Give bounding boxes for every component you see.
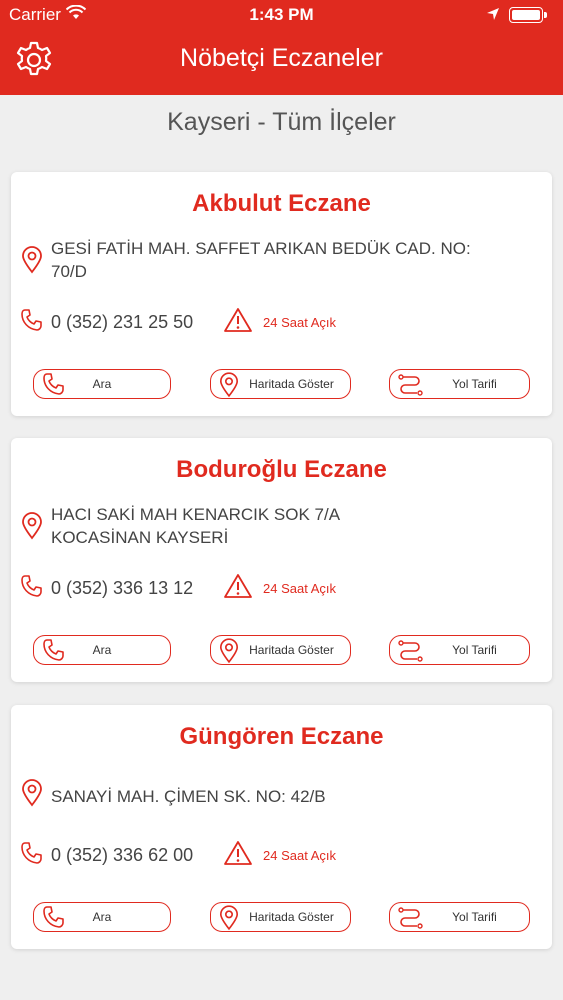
opening-hours: 24 Saat Açık [263, 315, 336, 330]
directions-label: Yol Tarifi [452, 377, 497, 391]
warning-icon [223, 307, 253, 338]
show-on-map-button[interactable]: Haritada Göster [210, 369, 351, 399]
region-selector[interactable]: Kayseri - Tüm İlçeler [0, 108, 563, 137]
nav-bar: Nöbetçi Eczaneler [0, 30, 563, 95]
map-pin-icon [21, 512, 43, 545]
pharmacy-phone[interactable]: 0 (352) 336 62 00 [51, 845, 193, 866]
location-arrow-icon [486, 6, 500, 26]
clock: 1:43 PM [249, 5, 314, 24]
phone-icon [20, 308, 44, 337]
phone-icon [20, 574, 44, 603]
directions-label: Yol Tarifi [452, 910, 497, 924]
directions-button[interactable]: Yol Tarifi [389, 902, 530, 932]
map-pin-icon [21, 246, 43, 279]
status-bar: Carrier 1:43 PM [0, 0, 563, 30]
map-pin-icon [21, 779, 43, 812]
show-on-map-button[interactable]: Haritada Göster [210, 902, 351, 932]
opening-hours: 24 Saat Açık [263, 581, 336, 596]
page-title: Nöbetçi Eczaneler [180, 44, 383, 72]
pharmacy-card: Güngören Eczane SANAYİ MAH. ÇİMEN SK. NO… [11, 705, 552, 949]
show-on-map-label: Haritada Göster [249, 910, 334, 924]
warning-icon [223, 573, 253, 604]
pharmacy-name: Güngören Eczane [179, 723, 384, 750]
directions-label: Yol Tarifi [452, 643, 497, 657]
pharmacy-address: GESİ FATİH MAH. SAFFET ARIKAN BEDÜK CAD.… [51, 239, 471, 281]
pharmacy-card: Boduroğlu Eczane HACI SAKİ MAH KENARCIK … [11, 438, 552, 682]
show-on-map-label: Haritada Göster [249, 377, 334, 391]
call-button-label: Ara [92, 377, 112, 391]
call-button-label: Ara [92, 910, 112, 924]
directions-button[interactable]: Yol Tarifi [389, 635, 530, 665]
pharmacy-phone[interactable]: 0 (352) 336 13 12 [51, 578, 193, 599]
phone-icon [20, 841, 44, 870]
call-button[interactable]: Ara [33, 902, 171, 932]
show-on-map-label: Haritada Göster [249, 643, 334, 657]
warning-icon [223, 840, 253, 871]
pharmacy-phone[interactable]: 0 (352) 231 25 50 [51, 312, 193, 333]
pharmacy-address: HACI SAKİ MAH KENARCIK SOK 7/A KOCASİNAN… [51, 505, 341, 547]
call-button-label: Ara [92, 643, 112, 657]
pharmacy-name: Boduroğlu Eczane [176, 456, 387, 483]
directions-button[interactable]: Yol Tarifi [389, 369, 530, 399]
show-on-map-button[interactable]: Haritada Göster [210, 635, 351, 665]
opening-hours: 24 Saat Açık [263, 848, 336, 863]
pharmacy-card: Akbulut Eczane GESİ FATİH MAH. SAFFET AR… [11, 172, 552, 416]
call-button[interactable]: Ara [33, 369, 171, 399]
pharmacy-address: SANAYİ MAH. ÇİMEN SK. NO: 42/B [51, 787, 326, 806]
call-button[interactable]: Ara [33, 635, 171, 665]
battery-icon [509, 7, 547, 23]
pharmacy-name: Akbulut Eczane [192, 190, 371, 217]
